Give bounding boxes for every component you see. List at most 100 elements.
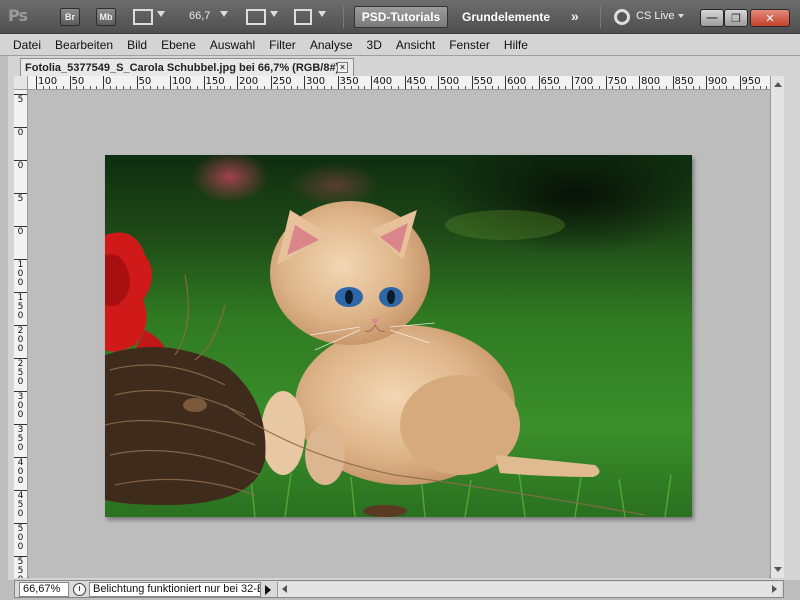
ruler-label: 700 <box>574 76 594 87</box>
ruler-minor-tick <box>692 86 694 89</box>
ruler-major-tick <box>337 76 339 89</box>
ruler-minor-tick <box>531 86 533 89</box>
ruler-major-tick <box>103 76 104 89</box>
ruler-minor-tick <box>417 86 419 89</box>
menu-datei[interactable]: Datei <box>6 38 48 52</box>
ruler-label: 300 <box>17 392 24 420</box>
ruler-minor-tick <box>216 86 218 89</box>
status-message: Belichtung funktioniert nur bei 32-Bit <box>89 582 261 597</box>
ruler-major-tick <box>69 76 71 89</box>
cs-live-icon[interactable] <box>614 9 630 25</box>
ruler-minor-tick <box>123 86 125 89</box>
ruler-minor-tick <box>719 86 721 89</box>
vertical-scrollbar[interactable] <box>770 76 784 578</box>
mini-bridge-button[interactable]: Mb <box>96 8 116 26</box>
ruler-minor-tick <box>183 86 185 89</box>
zoom-level[interactable]: 66,7 <box>189 10 210 22</box>
ruler-minor-tick <box>685 86 687 89</box>
ruler-minor-tick <box>277 86 279 89</box>
ruler-minor-tick <box>752 86 754 89</box>
separator <box>343 6 344 28</box>
ruler-minor-tick <box>578 86 580 89</box>
chevron-down-icon[interactable] <box>318 11 326 17</box>
ruler-minor-tick <box>357 86 359 89</box>
ruler-minor-tick <box>384 86 386 89</box>
ruler-minor-tick <box>350 86 352 89</box>
ruler-minor-tick <box>484 86 486 89</box>
ruler-minor-tick <box>143 86 145 89</box>
ruler-minor-tick <box>89 86 91 89</box>
horizontal-scrollbar[interactable] <box>277 582 781 597</box>
menu-hilfe[interactable]: Hilfe <box>497 38 535 52</box>
kitten-photo[interactable] <box>105 155 692 517</box>
zoom-field[interactable]: 66,67% <box>19 582 69 597</box>
ruler-minor-tick <box>759 86 761 89</box>
menu-auswahl[interactable]: Auswahl <box>203 38 262 52</box>
minimize-button[interactable]: — <box>700 9 724 27</box>
ruler-label: 550 <box>473 76 493 87</box>
ruler-minor-tick <box>223 86 225 89</box>
scroll-up-icon[interactable] <box>774 82 782 87</box>
ruler-minor-tick <box>665 86 667 89</box>
view-extras-icon[interactable] <box>133 9 153 25</box>
ruler-minor-tick <box>458 86 460 89</box>
menu-bearbeiten[interactable]: Bearbeiten <box>48 38 120 52</box>
screen-mode-icon[interactable] <box>294 9 312 25</box>
kitten-image <box>105 155 692 517</box>
ruler-minor-tick <box>310 86 312 89</box>
chevron-down-icon[interactable] <box>220 11 228 17</box>
ruler-minor-tick <box>49 86 51 89</box>
ruler-minor-tick <box>210 86 212 89</box>
arrange-documents-icon[interactable] <box>246 9 266 25</box>
chevron-down-icon[interactable] <box>157 11 165 17</box>
ruler-origin[interactable] <box>14 76 28 90</box>
restore-button[interactable]: ❐ <box>724 9 748 27</box>
ruler-minor-tick <box>464 86 466 89</box>
timer-icon[interactable] <box>73 583 86 596</box>
ruler-minor-tick <box>618 86 620 89</box>
close-button[interactable]: ✕ <box>750 9 790 27</box>
ruler-major-tick <box>170 76 171 89</box>
ruler-major-tick <box>438 76 439 89</box>
menu-bild[interactable]: Bild <box>120 38 154 52</box>
chevron-down-icon[interactable] <box>678 14 684 18</box>
workspace-psd-tutorials-button[interactable]: PSD-Tutorials <box>354 6 448 28</box>
scroll-down-icon[interactable] <box>774 567 782 572</box>
ruler-minor-tick <box>444 86 446 89</box>
ruler-label: 500 <box>17 524 24 552</box>
scroll-right-icon[interactable] <box>772 585 777 593</box>
horizontal-ruler[interactable]: 100 50 0 50 100 150 200 250 300 350 400 450 500 550 60… <box>14 76 770 90</box>
close-icon[interactable]: × <box>337 62 348 73</box>
bridge-button[interactable]: Br <box>60 8 80 26</box>
vertical-ruler[interactable]: 50050100150200250300350400450500550 <box>14 90 28 578</box>
ruler-minor-tick <box>592 86 594 89</box>
document-tab[interactable]: Fotolia_5377549_S_Carola Schubbel.jpg be… <box>20 58 354 76</box>
ruler-label: 0 <box>17 227 24 237</box>
ruler-minor-tick <box>612 86 614 89</box>
ruler-minor-tick <box>625 86 627 89</box>
ruler-label: 0 <box>17 128 24 138</box>
more-workspaces-icon[interactable]: » <box>571 8 579 24</box>
ruler-major-tick <box>304 76 305 89</box>
workspace-grundelemente[interactable]: Grundelemente <box>462 10 550 24</box>
menu-filter[interactable]: Filter <box>262 38 303 52</box>
cs-live-menu[interactable]: CS Live <box>636 10 675 22</box>
ruler-label: 100 <box>17 260 24 288</box>
menu-3d[interactable]: 3D <box>360 38 389 52</box>
application-bar: Ps Br Mb 66,7 PSD-Tutorials Grundelement… <box>0 0 800 34</box>
ruler-major-tick <box>36 76 37 89</box>
ruler-minor-tick <box>511 86 513 89</box>
status-menu-arrow-icon[interactable] <box>265 585 271 595</box>
ruler-major-tick <box>203 76 205 89</box>
menu-ansicht[interactable]: Ansicht <box>389 38 442 52</box>
ruler-major-tick <box>237 76 238 89</box>
status-bar: 66,67% Belichtung funktioniert nur bei 3… <box>14 580 784 598</box>
ruler-minor-tick <box>196 86 198 89</box>
menu-ebene[interactable]: Ebene <box>154 38 203 52</box>
scroll-left-icon[interactable] <box>282 585 287 593</box>
menu-fenster[interactable]: Fenster <box>442 38 497 52</box>
ruler-minor-tick <box>96 86 98 89</box>
ruler-major-tick <box>538 76 540 89</box>
menu-analyse[interactable]: Analyse <box>303 38 360 52</box>
chevron-down-icon[interactable] <box>270 11 278 17</box>
